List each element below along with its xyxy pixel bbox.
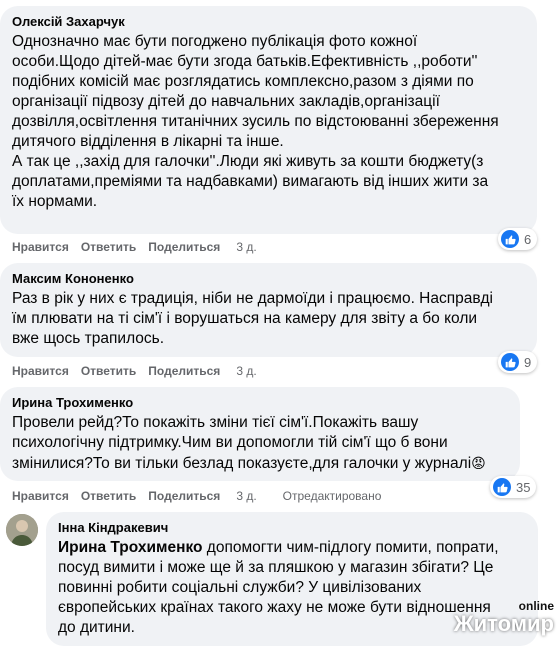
- reply-button[interactable]: Ответить: [81, 240, 136, 254]
- site-watermark: online Житомир: [454, 600, 554, 636]
- comment-author[interactable]: Ирина Трохименко: [12, 395, 508, 411]
- reaction-number: 6: [524, 231, 532, 247]
- comment-actions: Нравится Ответить Поделиться 3 д.: [12, 239, 269, 255]
- comment-text: Однозначно має бути погоджено публікація…: [12, 33, 499, 210]
- comment-actions: Нравится Ответить Поделиться 3 д. Отреда…: [12, 488, 393, 504]
- comment-timestamp[interactable]: 3 д.: [236, 489, 256, 503]
- like-button[interactable]: Нравится: [12, 240, 69, 254]
- avatar-photo-icon: [6, 514, 38, 546]
- comment-author[interactable]: Інна Кіндракевич: [58, 520, 526, 536]
- reaction-number: 9: [524, 354, 532, 370]
- reply-button[interactable]: Ответить: [81, 489, 136, 503]
- share-button[interactable]: Поделиться: [148, 240, 220, 254]
- like-icon: [501, 230, 519, 248]
- reaction-count[interactable]: 6: [498, 228, 538, 250]
- like-icon: [501, 353, 519, 371]
- reaction-number: 35: [516, 479, 531, 495]
- watermark-logo: Житомир: [453, 611, 554, 636]
- comment-bubble: Максим Кононенко Раз в рік у них є тради…: [0, 263, 537, 357]
- comment-author[interactable]: Олексій Захарчук: [12, 14, 525, 30]
- comment-bubble: Ирина Трохименко Провели рейд?То покажіт…: [0, 387, 520, 481]
- share-button[interactable]: Поделиться: [148, 489, 220, 503]
- comment-timestamp[interactable]: 3 д.: [236, 364, 256, 378]
- angry-emoji-icon: 😡: [471, 455, 486, 471]
- reply-button[interactable]: Ответить: [81, 364, 136, 378]
- comment-text: Провели рейд?То покажіть зміни тієї сім'…: [12, 413, 508, 474]
- like-icon: [493, 478, 511, 496]
- comment-author[interactable]: Максим Кононенко: [12, 271, 525, 287]
- comment-text-body: Провели рейд?То покажіть зміни тієї сім'…: [12, 414, 472, 472]
- edited-label: Отредактировано: [282, 489, 382, 503]
- comment-bubble: Олексій Захарчук Однозначно має бути пог…: [0, 6, 537, 234]
- share-button[interactable]: Поделиться: [148, 364, 220, 378]
- reaction-count[interactable]: 35: [490, 476, 537, 498]
- comment-timestamp[interactable]: 3 д.: [236, 240, 256, 254]
- comment-text: Раз в рік у них є традиція, ніби не дарм…: [12, 290, 493, 347]
- reaction-count[interactable]: 9: [498, 351, 538, 373]
- mention-link[interactable]: Ирина Трохименко: [58, 539, 202, 556]
- comment-actions: Нравится Ответить Поделиться 3 д.: [12, 363, 269, 379]
- avatar[interactable]: [6, 514, 38, 546]
- like-button[interactable]: Нравится: [12, 489, 69, 503]
- like-button[interactable]: Нравится: [12, 364, 69, 378]
